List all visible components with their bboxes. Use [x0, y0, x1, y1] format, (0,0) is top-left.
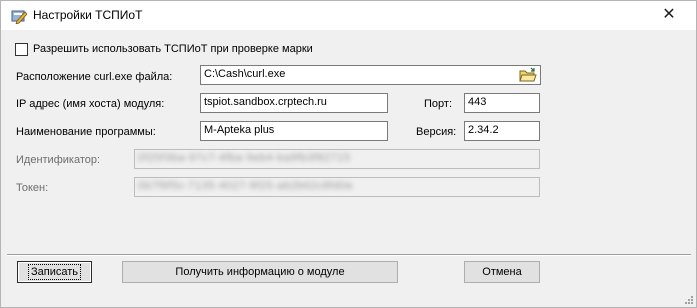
port-field[interactable]: 443: [464, 93, 540, 113]
curl-path-value: C:\Cash\curl.exe: [204, 68, 286, 80]
open-folder-icon[interactable]: [519, 67, 537, 83]
get-module-info-button[interactable]: Получить информацию о модуле: [122, 261, 398, 283]
pencil-app-icon: [11, 10, 27, 24]
program-name-field[interactable]: M-Apteka plus: [200, 121, 388, 141]
save-button-label: Записать: [27, 264, 82, 280]
token-value: 0b7f9f5c-7135-4027-9f25-ab2b62c8fd0e: [138, 180, 353, 192]
allow-tspiot-checkbox[interactable]: [15, 43, 28, 56]
token-label: Токен:: [16, 182, 49, 194]
program-name-label: Наименование программы:: [16, 126, 156, 138]
host-field[interactable]: tspiot.sandbox.crptech.ru: [200, 93, 388, 113]
port-label: Порт:: [424, 98, 452, 110]
version-field[interactable]: 2.34.2: [464, 121, 540, 141]
save-button[interactable]: Записать: [17, 261, 92, 283]
window-title: Настройки ТСПИоТ: [33, 8, 143, 22]
identifier-label: Идентификатор:: [16, 154, 101, 166]
settings-window: Настройки ТСПИоТ ✕ Разрешить использоват…: [0, 0, 697, 308]
identifier-value: 0f25f3ba-97c7-4fba-9eb4-ba9fb3f82715: [138, 152, 351, 164]
curl-path-field[interactable]: C:\Cash\curl.exe: [200, 65, 541, 85]
allow-tspiot-label[interactable]: Разрешить использовать ТСПИоТ при провер…: [33, 43, 313, 55]
title-bar: Настройки ТСПИоТ ✕: [1, 1, 696, 30]
button-separator: [7, 254, 691, 256]
identifier-field: 0f25f3ba-97c7-4fba-9eb4-ba9fb3f82715: [134, 149, 540, 169]
port-value: 443: [468, 96, 487, 108]
version-label: Версия:: [416, 126, 457, 138]
close-button[interactable]: ✕: [642, 1, 696, 30]
cancel-button-label: Отмена: [482, 266, 522, 278]
get-module-info-label: Получить информацию о модуле: [175, 266, 345, 278]
close-icon: ✕: [662, 6, 676, 23]
resize-grip-icon[interactable]: [682, 293, 694, 305]
host-label: IP адрес (имя хоста) модуля:: [16, 98, 165, 110]
host-value: tspiot.sandbox.crptech.ru: [204, 96, 327, 108]
program-name-value: M-Apteka plus: [204, 124, 275, 136]
token-field: 0b7f9f5c-7135-4027-9f25-ab2b62c8fd0e: [134, 177, 540, 197]
curl-path-label: Расположение curl.exe файла:: [16, 71, 173, 83]
cancel-button[interactable]: Отмена: [464, 261, 540, 283]
version-value: 2.34.2: [468, 124, 499, 136]
